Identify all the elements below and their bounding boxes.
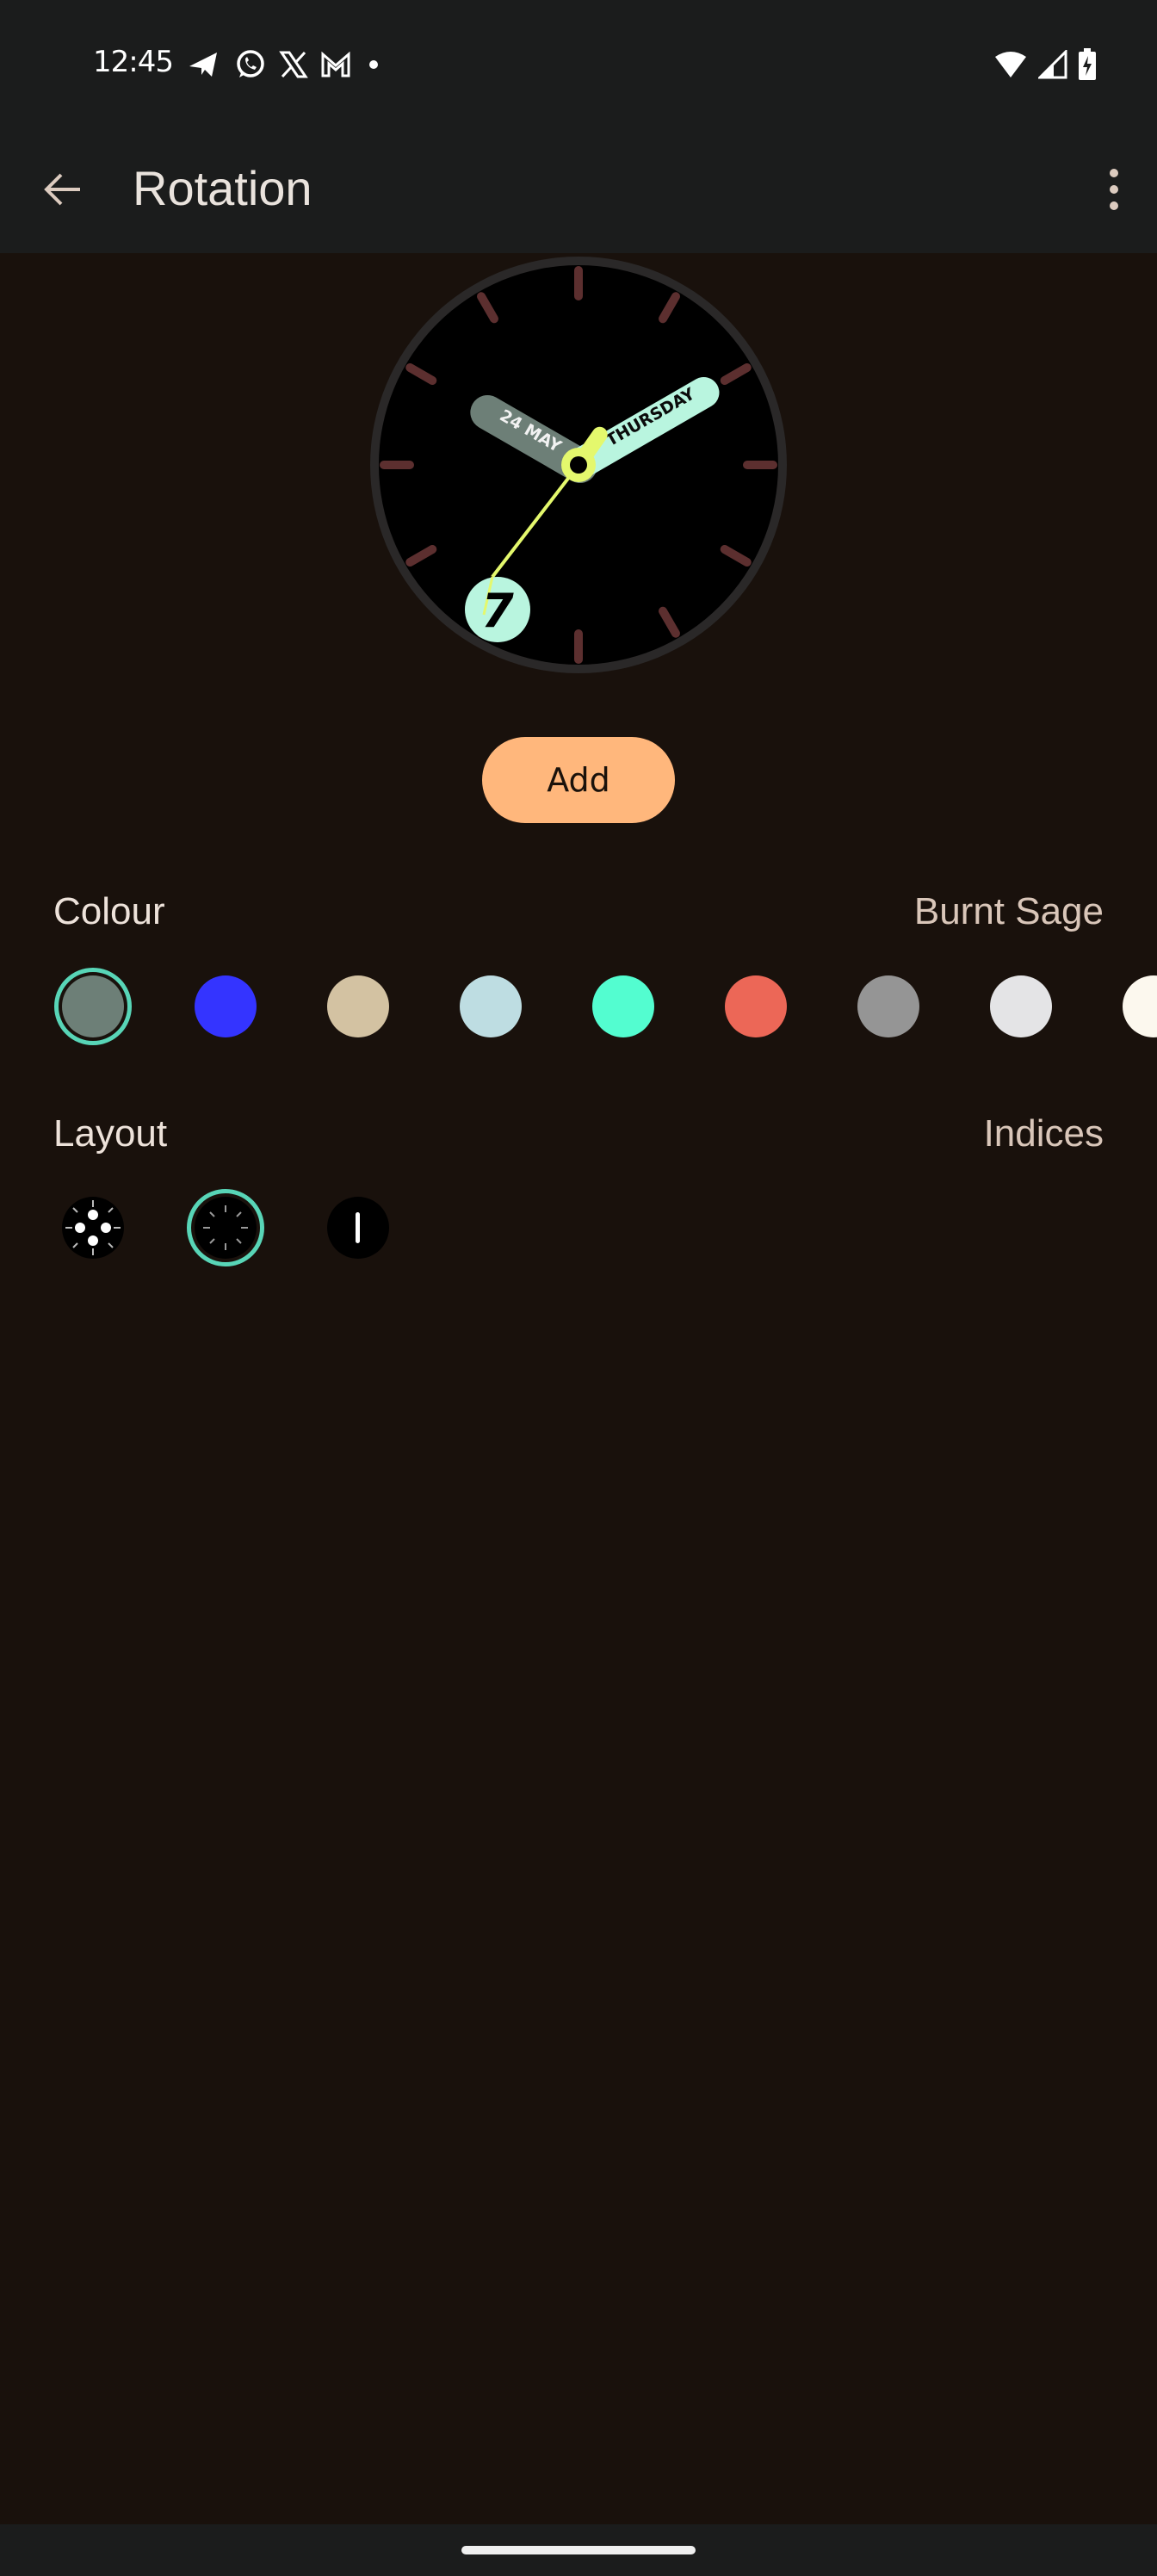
- more-vert-icon: [1110, 169, 1118, 177]
- notification-icons: [188, 48, 384, 81]
- system-icons: [993, 48, 1097, 81]
- more-options-button[interactable]: [1088, 162, 1140, 217]
- wifi-icon: [995, 52, 1026, 77]
- signal-icon: [1038, 50, 1067, 79]
- bar-layout-icon: [356, 1212, 360, 1243]
- status-bar: 12:45: [0, 0, 1157, 129]
- colour-swatch[interactable]: [857, 975, 919, 1037]
- whatsapp-icon: [237, 50, 264, 77]
- colour-swatch[interactable]: [725, 975, 787, 1037]
- dots-layout-icon: [65, 1200, 121, 1255]
- colour-swatch[interactable]: [327, 975, 389, 1037]
- home-gesture-handle[interactable]: [461, 2546, 696, 2554]
- layout-label: Layout: [53, 1112, 168, 1155]
- layout-options: [0, 1189, 1157, 1267]
- indices-layout-icon: [203, 1205, 248, 1250]
- colour-swatch[interactable]: [990, 975, 1052, 1037]
- seconds-value: 7: [481, 584, 514, 638]
- watch-face-preview: 24 MAY THURSDAY 7: [367, 253, 790, 677]
- colour-label: Colour: [53, 890, 165, 932]
- colour-swatch[interactable]: [195, 975, 257, 1037]
- colour-swatch[interactable]: [1123, 975, 1157, 1037]
- layout-option-indices[interactable]: [187, 1189, 264, 1266]
- x-icon: [279, 51, 308, 78]
- page-title: Rotation: [133, 161, 312, 215]
- gmail-icon: [321, 51, 350, 77]
- colour-swatches: [0, 968, 1157, 1045]
- colour-selected-name: Burnt Sage: [913, 890, 1104, 932]
- layout-option-dots[interactable]: [62, 1197, 124, 1259]
- clock-face: 24 MAY THURSDAY 7: [370, 257, 787, 673]
- colour-swatch[interactable]: [592, 975, 654, 1037]
- arrow-back-icon: [44, 173, 80, 206]
- colour-swatch[interactable]: [460, 975, 522, 1037]
- colour-swatch[interactable]: [54, 968, 132, 1045]
- layout-option-bar[interactable]: [327, 1197, 389, 1259]
- status-time: 12:45: [93, 45, 174, 79]
- more-dot-icon: [369, 60, 378, 69]
- telegram-icon: [189, 53, 217, 77]
- battery-charging-icon: [1079, 48, 1096, 80]
- add-button[interactable]: Add: [482, 737, 675, 823]
- layout-selected-name: Indices: [983, 1112, 1104, 1155]
- back-button[interactable]: [34, 162, 90, 217]
